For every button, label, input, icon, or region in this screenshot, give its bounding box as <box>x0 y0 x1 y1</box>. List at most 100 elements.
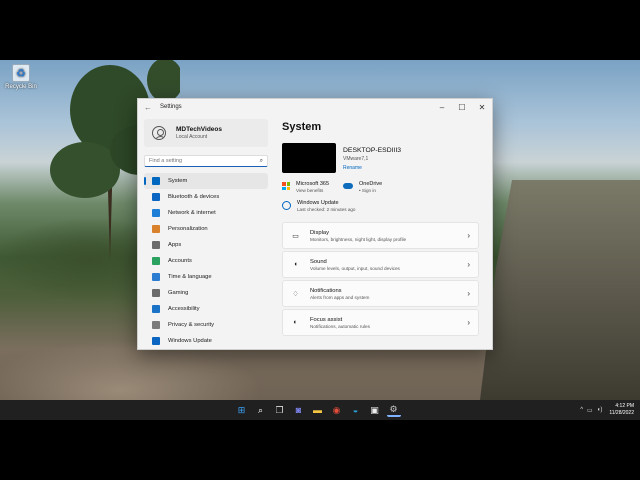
sidebar-item-label: Accessibility <box>168 306 200 312</box>
profile-name: MDTechVideos <box>176 126 222 133</box>
sidebar-item-system[interactable]: System <box>144 173 268 189</box>
back-arrow-icon[interactable]: ← <box>144 103 156 112</box>
card-subtitle: Notifications, automatic rules <box>310 323 370 329</box>
microsoft-365-link[interactable]: Microsoft 365 View benefits <box>282 181 329 193</box>
store-icon[interactable]: ▣ <box>368 403 382 417</box>
desktop-thumbnail <box>282 143 336 173</box>
maximize-button[interactable]: ☐ <box>452 103 472 112</box>
settings-cards: ▭ Display Monitors, brightness, night ligh… <box>282 222 479 336</box>
device-model: VMware7,1 <box>343 156 369 162</box>
chat-icon[interactable]: ◙ <box>292 403 306 417</box>
sidebar-item-label: Accounts <box>168 258 192 264</box>
sidebar-item-label: Personalization <box>168 226 208 232</box>
gamepad-icon <box>152 289 160 297</box>
page-title: System <box>282 121 322 133</box>
brush-icon <box>152 225 160 233</box>
quick-subtitle: • Sign in <box>359 188 376 193</box>
edge-icon[interactable]: ◒ <box>349 403 363 417</box>
chevron-right-icon: › <box>467 231 470 240</box>
volume-icon[interactable]: ◖) <box>597 407 603 413</box>
windows-update-title: Windows Update <box>297 200 339 206</box>
recycle-bin-label: Recycle Bin <box>5 84 37 90</box>
quick-title: OneDrive <box>359 181 383 187</box>
avatar-icon <box>152 126 166 140</box>
recycle-bin-icon: ♻ <box>12 64 30 82</box>
chevron-right-icon: › <box>467 318 470 327</box>
device-info: DESKTOP-ESDIII3 VMware7,1 Rename <box>282 143 492 173</box>
sidebar-item-apps[interactable]: Apps <box>144 237 268 253</box>
sidebar-item-bluetooth-devices[interactable]: Bluetooth & devices <box>144 189 268 205</box>
clock-date: 11/28/2022 <box>609 410 634 416</box>
search-icon[interactable]: ⌕ <box>260 158 263 165</box>
sidebar-item-accessibility[interactable]: Accessibility <box>144 301 268 317</box>
settings-icon[interactable]: ⚙ <box>386 403 401 417</box>
sidebar-item-label: Time & language <box>168 274 212 280</box>
sound-card[interactable]: ◖ Sound Volume levels, output, input, soun… <box>282 251 479 278</box>
desktop-wallpaper: ♻ Recycle Bin ← Settings – ☐ ✕ MDTechVid… <box>0 60 640 400</box>
device-name: DESKTOP-ESDIII3 <box>343 147 402 154</box>
wifi-icon <box>152 209 160 217</box>
notifications-card[interactable]: ♢ Notifications Alerts from apps and syste… <box>282 280 479 307</box>
shield-icon <box>152 321 160 329</box>
search-box[interactable]: ⌕ <box>144 155 268 167</box>
file-explorer-icon[interactable]: ▬ <box>311 403 325 417</box>
sidebar-item-label: Apps <box>168 242 182 248</box>
focus-assist-card[interactable]: ◐ Focus assist Notifications, automatic ru… <box>282 309 479 336</box>
sidebar-item-label: Windows Update <box>168 338 212 344</box>
person-icon <box>152 257 160 265</box>
sidebar-nav: System Bluetooth & devices Network & inter… <box>144 173 268 349</box>
taskbar: ⊞ ⌕ ❐ ◙ ▬ ◉ ◒ ▣ ⚙ ^ ▭ ◖) 4:12 PM 11/28/2022 <box>0 400 640 420</box>
title-bar: ← Settings – ☐ ✕ <box>138 99 492 115</box>
windows-update-subtitle: Last checked: 2 minutes ago <box>297 207 356 212</box>
monitor-icon <box>152 177 160 185</box>
sidebar-item-privacy-security[interactable]: Privacy & security <box>144 317 268 333</box>
profile-subtitle: Local Account <box>176 134 208 140</box>
card-title: Display <box>310 229 330 236</box>
sidebar-item-label: Bluetooth & devices <box>168 194 220 200</box>
onedrive-cloud-icon <box>343 183 354 189</box>
card-title: Focus assist <box>310 316 343 323</box>
cliff-graphic <box>480 180 640 400</box>
bluetooth-icon <box>152 193 160 201</box>
screen: ♻ Recycle Bin ← Settings – ☐ ✕ MDTechVid… <box>0 60 640 420</box>
chrome-icon[interactable]: ◉ <box>330 403 344 417</box>
taskbar-apps: ⊞ ⌕ ❐ ◙ ▬ ◉ ◒ ▣ ⚙ <box>232 400 403 420</box>
start-icon[interactable]: ⊞ <box>235 403 249 417</box>
minimize-button[interactable]: – <box>432 103 452 112</box>
microsoft-logo-icon <box>282 182 290 190</box>
sidebar-item-accounts[interactable]: Accounts <box>144 253 268 269</box>
moon-icon: ◐ <box>293 319 298 326</box>
sidebar-item-windows-update[interactable]: Windows Update <box>144 333 268 349</box>
windows-update-link[interactable]: Windows Update Last checked: 2 minutes a… <box>282 200 492 212</box>
profile-card[interactable]: MDTechVideos Local Account <box>144 119 268 147</box>
sidebar-item-network-internet[interactable]: Network & internet <box>144 205 268 221</box>
card-subtitle: Volume levels, output, input, sound devi… <box>310 265 400 271</box>
card-subtitle: Alerts from apps and system <box>310 294 370 300</box>
search-input[interactable] <box>149 158 260 164</box>
sidebar-item-gaming[interactable]: Gaming <box>144 285 268 301</box>
close-button[interactable]: ✕ <box>472 103 492 112</box>
clock-time: 4:12 PM <box>615 403 634 409</box>
window-title: Settings <box>160 104 182 110</box>
sidebar-item-label: System <box>168 178 188 184</box>
search-icon[interactable]: ⌕ <box>254 403 268 417</box>
clock[interactable]: 4:12 PM 11/28/2022 <box>609 403 634 417</box>
globe-icon <box>152 273 160 281</box>
quick-links: Microsoft 365 View benefits OneDrive • S… <box>282 181 492 193</box>
update-icon <box>152 337 160 345</box>
rename-link[interactable]: Rename <box>343 165 401 171</box>
display-icon: ▭ <box>292 232 299 240</box>
task-view-icon[interactable]: ❐ <box>273 403 287 417</box>
sidebar-item-personalization[interactable]: Personalization <box>144 221 268 237</box>
card-title: Notifications <box>310 287 342 294</box>
accessibility-icon <box>152 305 160 313</box>
sidebar-item-time-language[interactable]: Time & language <box>144 269 268 285</box>
chevron-up-icon[interactable]: ^ <box>580 407 583 413</box>
onedrive-link[interactable]: OneDrive • Sign in <box>343 181 382 193</box>
chevron-right-icon: › <box>467 289 470 298</box>
recycle-bin-shortcut[interactable]: ♻ Recycle Bin <box>4 64 38 90</box>
bell-icon: ♢ <box>292 290 299 298</box>
display-card[interactable]: ▭ Display Monitors, brightness, night ligh… <box>282 222 479 249</box>
apps-icon <box>152 241 160 249</box>
network-icon[interactable]: ▭ <box>587 407 593 414</box>
